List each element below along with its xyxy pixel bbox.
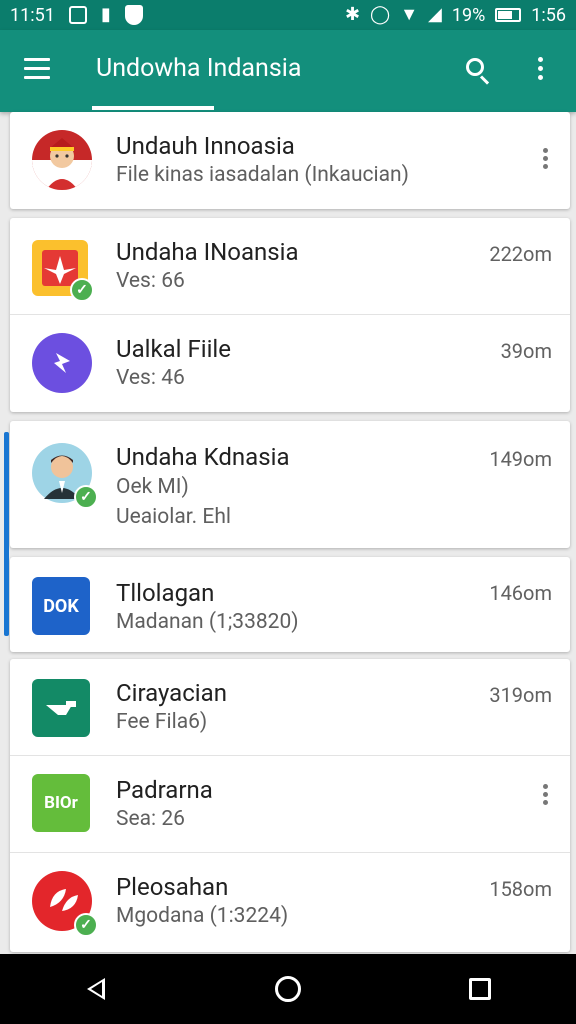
file-card: Cirayacian Fee Fila6) 319om BIOr Padrarn…	[10, 659, 570, 952]
phone-icon: ▮	[100, 4, 111, 25]
item-subtitle: File kinas iasadalan (Inkaucian)	[116, 163, 409, 187]
item-more-icon[interactable]	[542, 148, 550, 172]
search-icon[interactable]	[464, 56, 494, 86]
dok-app-icon: DOK	[32, 577, 90, 635]
app-red-yellow-icon: ✓	[32, 240, 94, 302]
image-icon	[68, 6, 87, 24]
item-size: 158om	[489, 877, 552, 901]
tab-indicator	[92, 106, 214, 110]
avatar-person-icon: ✓	[32, 443, 98, 509]
item-title: Ualkal Fiile	[116, 335, 231, 363]
item-title: Undaha INoansia	[116, 238, 299, 266]
item-more-icon[interactable]	[542, 784, 550, 808]
item-title: Tllolagan	[116, 579, 215, 607]
status-bar: 11:51 ▮ ✱ ◯ ▼ ◢ 19% 1:56	[0, 0, 576, 30]
check-badge-icon: ✓	[70, 278, 94, 302]
avatar-flag-icon	[32, 130, 92, 190]
item-size: 149om	[489, 447, 552, 471]
back-icon	[87, 978, 105, 1000]
system-nav-bar	[0, 954, 576, 1024]
app-red-leaf-icon: ✓	[32, 871, 98, 937]
item-size: 39om	[500, 339, 552, 363]
check-badge-icon: ✓	[74, 913, 98, 937]
alarm-icon: ◯	[370, 4, 391, 25]
item-size: 222om	[489, 242, 552, 266]
item-title: Cirayacian	[116, 679, 227, 707]
back-button[interactable]	[66, 959, 126, 1019]
list-item[interactable]: Undauh Innoasia File kinas iasadalan (In…	[10, 112, 570, 209]
battery-icon	[495, 8, 522, 22]
item-title: Undaha Kdnasia	[116, 443, 290, 471]
wifi-icon: ▼	[400, 4, 419, 25]
status-clock: 1:56	[531, 4, 566, 26]
shield-icon	[124, 5, 143, 25]
item-subtitle: Fee Fila6)	[116, 710, 208, 734]
item-title: Undauh Innoasia	[116, 132, 295, 160]
file-card: ✓ Undaha Kdnasia Oek MI) Ueaiolar. Ehl 1…	[10, 421, 570, 548]
list-item[interactable]: ✓ Undaha INoansia Ves: 66 222om	[10, 218, 570, 315]
item-subtitle: Oek MI)	[116, 475, 189, 499]
item-detail: Ueaiolar. Ehl	[116, 505, 231, 529]
recents-icon	[469, 978, 491, 1000]
file-card: Undauh Innoasia File kinas iasadalan (In…	[10, 112, 570, 209]
home-icon	[275, 976, 301, 1002]
status-left: 11:51 ▮	[10, 5, 143, 26]
app-green-arrow-icon	[32, 679, 90, 737]
item-subtitle: Ves: 66	[116, 269, 185, 293]
more-vert-icon[interactable]	[534, 54, 548, 84]
list-item[interactable]: ✓ Undaha Kdnasia Oek MI) Ueaiolar. Ehl 1…	[10, 421, 570, 548]
dok-app-label: DOK	[43, 595, 79, 617]
item-subtitle: Madanan (1;33820)	[116, 610, 299, 634]
app-lime-icon: BIOr	[32, 774, 90, 832]
menu-icon[interactable]	[24, 58, 52, 80]
home-button[interactable]	[258, 959, 318, 1019]
scroll-indicator[interactable]	[4, 432, 9, 636]
item-subtitle: Ves: 46	[116, 366, 185, 390]
list-item[interactable]: ✓ Pleosahan Mgodana (1:3224) 158om	[10, 853, 570, 952]
item-title: Padrarna	[116, 776, 213, 804]
battery-percent: 19%	[451, 4, 486, 26]
app-purple-arrow-icon	[32, 333, 92, 393]
status-right: ✱ ◯ ▼ ◢ 19% 1:56	[345, 5, 566, 26]
item-size: 146om	[489, 581, 552, 605]
check-badge-icon: ✓	[74, 485, 98, 509]
file-card: DOK Tllolagan Madanan (1;33820) 146om	[10, 557, 570, 652]
app-bar: Undowha Indansia	[0, 30, 576, 112]
bluetooth-icon: ✱	[344, 4, 361, 25]
lime-app-label: BIOr	[44, 793, 78, 813]
list-item[interactable]: Cirayacian Fee Fila6) 319om	[10, 659, 570, 756]
item-subtitle: Sea: 26	[116, 807, 185, 831]
list-item[interactable]: Ualkal Fiile Ves: 46 39om	[10, 315, 570, 412]
list-item[interactable]: DOK Tllolagan Madanan (1;33820) 146om	[10, 557, 570, 652]
recents-button[interactable]	[450, 959, 510, 1019]
item-size: 319om	[489, 683, 552, 707]
item-subtitle: Mgodana (1:3224)	[116, 904, 289, 928]
page-title: Undowha Indansia	[96, 54, 302, 83]
file-card: ✓ Undaha INoansia Ves: 66 222om Ualkal F…	[10, 218, 570, 412]
status-time: 11:51	[10, 4, 55, 26]
list-item[interactable]: BIOr Padrarna Sea: 26	[10, 756, 570, 853]
signal-icon: ◢	[428, 4, 442, 25]
item-title: Pleosahan	[116, 873, 229, 901]
